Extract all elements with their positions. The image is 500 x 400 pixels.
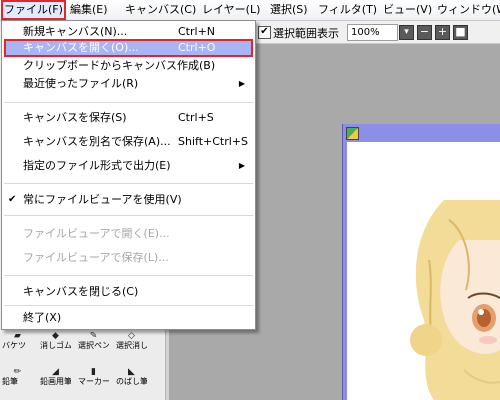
file-menu-dropdown: 新規キャンバス(N)... Ctrl+N キャンバスを開く(O)... Ctrl… [1, 20, 256, 330]
menu-item-clipboard-canvas[interactable]: クリップボードからキャンバス作成(B) [2, 57, 255, 75]
menu-item-label: キャンバスを別名で保存(A)... [23, 135, 171, 148]
tool-marker[interactable]: ▮ マーカー [78, 368, 109, 386]
tool-label: 選択消し [116, 341, 147, 350]
menu-item-label: キャンバスを開く(O)... [23, 41, 139, 54]
zoom-in-icon[interactable]: + [435, 25, 450, 40]
menu-item-label: キャンバスを閉じる(C) [23, 285, 139, 298]
menu-item-close-canvas[interactable]: キャンバスを閉じる(C) [2, 283, 255, 301]
submenu-arrow-icon: ▶ [238, 161, 245, 170]
zoom-out-icon[interactable]: − [417, 25, 432, 40]
tool-bucket[interactable]: ▰ バケツ [2, 332, 33, 350]
menu-separator [4, 183, 253, 184]
tool-label: 消しゴム [40, 341, 71, 350]
menu-item-label: 終了(X) [23, 311, 62, 324]
menu-separator [4, 275, 253, 276]
tool-label: マーカー [78, 377, 109, 386]
tool-label: のばし筆 [116, 377, 147, 386]
blend-brush-icon: ◣ [128, 368, 135, 377]
marker-icon: ▮ [91, 368, 96, 377]
menu-item-use-file-viewer[interactable]: ✔ 常にファイルビューアを使用(V) [2, 191, 255, 209]
menu-separator [4, 102, 253, 103]
menu-separator [4, 215, 253, 216]
menu-view[interactable]: ビュー(V) [380, 0, 435, 20]
zoom-input[interactable]: 100% [347, 24, 398, 41]
tool-pencil[interactable]: ✏ 鉛筆 [2, 368, 33, 386]
menu-item-save-as[interactable]: キャンバスを別名で保存(A)... Shift+Ctrl+S [2, 133, 255, 151]
menu-item-label: ファイルビューアで開く(E)... [23, 227, 170, 240]
view-toolbar: ✔ 選択範囲表示 100% ▾ − + ■ [254, 21, 500, 44]
menu-item-save-canvas[interactable]: キャンバスを保存(S) Ctrl+S [2, 109, 255, 127]
selection-display-label: 選択範囲表示 [273, 27, 339, 40]
menu-item-open-in-viewer: ファイルビューアで開く(E)... [2, 225, 255, 243]
menu-item-label: キャンバスを保存(S) [23, 111, 127, 124]
menu-item-exit[interactable]: 終了(X) [2, 309, 255, 327]
menu-item-label: クリップボードからキャンバス作成(B) [23, 59, 216, 72]
menu-item-recent-files[interactable]: 最近使ったファイル(R) ▶ [2, 75, 255, 93]
menu-select[interactable]: 選択(S) [267, 0, 311, 20]
tool-eraser[interactable]: ◆ 消しゴム [40, 332, 71, 350]
selection-display-checkbox[interactable]: ✔ [258, 26, 271, 39]
menubar: ファイル(F) 編集(E) キャンバス(C) レイヤー(L) 選択(S) フィル… [0, 0, 500, 21]
menu-item-label: ファイルビューアで保存(L)... [23, 251, 169, 264]
menu-separator [4, 305, 253, 306]
tool-selection-eraser[interactable]: ◇ 選択消し [116, 332, 147, 350]
menu-item-export-format[interactable]: 指定のファイル形式で出力(E) ▶ [2, 157, 255, 175]
tool-selection-pen[interactable]: ✎ 選択ペン [78, 332, 109, 350]
tool-blend-brush[interactable]: ◣ のばし筆 [116, 368, 147, 386]
canvas-document-icon [346, 127, 359, 140]
checkmark-icon: ✔ [8, 194, 17, 205]
tool-label: 鉛筆 [2, 377, 18, 386]
submenu-arrow-icon: ▶ [238, 79, 245, 88]
bucket-icon: ▰ [14, 332, 21, 341]
tool-brush[interactable]: ◢ 鉛画用筆 [40, 368, 71, 386]
character-illustration [410, 200, 500, 400]
menu-item-save-in-viewer: ファイルビューアで保存(L)... [2, 249, 255, 267]
eraser-icon: ◆ [52, 332, 59, 341]
tool-label: 選択ペン [78, 341, 109, 350]
menu-item-label: 最近使ったファイル(R) [23, 77, 139, 90]
menu-filter[interactable]: フィルタ(T) [315, 0, 380, 20]
menu-canvas[interactable]: キャンバス(C) [122, 0, 199, 20]
menu-file[interactable]: ファイル(F) [1, 0, 66, 20]
menu-item-open-canvas[interactable]: キャンバスを開く(O)... Ctrl+O [4, 39, 253, 57]
tool-grid: ▰ バケツ ◆ 消しゴム ✎ 選択ペン ◇ 選択消し ✏ 鉛筆 ◢ 鉛画用筆 ▮… [0, 320, 165, 400]
zoom-reset-icon[interactable]: ■ [453, 25, 468, 40]
menu-item-shortcut: Ctrl+S [178, 111, 214, 124]
menu-edit[interactable]: 編集(E) [67, 0, 111, 20]
menu-item-shortcut: Shift+Ctrl+S [178, 135, 248, 148]
selection-eraser-icon: ◇ [128, 332, 135, 341]
zoom-dropdown-icon[interactable]: ▾ [399, 25, 414, 40]
selection-pen-icon: ✎ [89, 332, 98, 341]
menu-item-shortcut: Ctrl+O [178, 41, 216, 54]
menu-layer[interactable]: レイヤー(L) [199, 0, 263, 20]
tool-label: バケツ [2, 341, 26, 350]
tool-label: 鉛画用筆 [40, 377, 71, 386]
menu-window[interactable]: ウィンドウ(W) [434, 0, 500, 20]
menu-item-label: 常にファイルビューアを使用(V) [23, 193, 182, 206]
menu-item-label: 指定のファイル形式で出力(E) [23, 159, 171, 172]
brush-icon: ◢ [52, 368, 59, 377]
pencil-icon: ✏ [13, 368, 22, 377]
